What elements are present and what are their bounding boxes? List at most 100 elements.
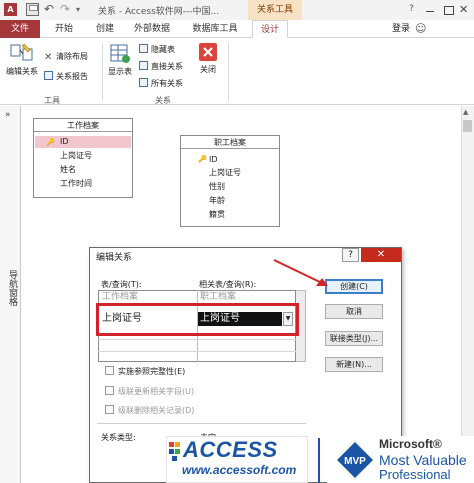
new-relationship-button[interactable]: 新建(N)... <box>325 357 383 372</box>
dialog-title: 编辑关系 <box>96 253 133 263</box>
close-red-x-icon <box>199 43 217 61</box>
hide-table-label: 隐藏表 <box>151 45 175 54</box>
clear-layout-icon: ✕ <box>44 52 53 63</box>
mvp-microsoft-text: Microsoft® <box>379 437 442 451</box>
related-table-label: 相关表/查询(R): <box>199 280 257 289</box>
show-table-button[interactable]: 显示表 <box>104 42 136 82</box>
right-field-cell[interactable]: 上岗证号 <box>200 312 240 326</box>
direct-relationships-icon <box>139 61 148 70</box>
group-separator <box>228 43 229 101</box>
all-relationships-label: 所有关系 <box>151 79 183 88</box>
scrollbar-thumb[interactable] <box>463 120 472 132</box>
field-item[interactable]: 性别 <box>209 181 225 193</box>
tab-file[interactable]: 文件 <box>0 20 40 38</box>
table-title: 工作档案 <box>34 119 132 132</box>
relationship-type-label: 关系类型: <box>101 433 136 442</box>
grid-row-divider <box>98 304 296 305</box>
edit-relationships-label: 编辑关系 <box>6 67 38 76</box>
mvp-badge-text: MVP <box>344 456 366 467</box>
hide-table-button[interactable]: 隐藏表 <box>139 44 175 55</box>
undo-icon[interactable]: ↶ <box>44 3 57 16</box>
checkbox-box <box>105 386 114 395</box>
mvp-line-2: Professional <box>379 467 451 482</box>
tab-design[interactable]: 设计 <box>252 20 288 39</box>
checkbox-group-border <box>97 423 306 424</box>
enforce-integrity-checkbox[interactable]: 实施参照完整性(E) <box>105 366 185 377</box>
grid-scrollbar[interactable] <box>296 290 306 362</box>
expand-nav-chevron-icon[interactable]: » <box>5 110 11 120</box>
dialog-help-button[interactable]: ? <box>342 248 359 262</box>
clear-layout-button[interactable]: ✕ 清除布局 <box>44 51 88 63</box>
cascade-update-label: 级联更新相关字段(U) <box>118 387 195 396</box>
field-item[interactable]: 工作时间 <box>60 178 92 190</box>
primary-key-icon: 🔑 <box>46 138 55 146</box>
cascade-delete-checkbox[interactable]: 级联删除相关记录(D) <box>105 405 194 416</box>
group-separator <box>102 43 103 101</box>
save-icon[interactable] <box>26 3 39 16</box>
relationship-report-button[interactable]: 关系报告 <box>44 71 88 82</box>
login-link[interactable]: 登录 <box>392 20 410 38</box>
enforce-integrity-label: 实施参照完整性(E) <box>118 367 186 376</box>
left-field-cell[interactable]: 上岗证号 <box>102 312 142 326</box>
table-title: 职工档案 <box>181 136 279 149</box>
join-type-button[interactable]: 联接类型(J)... <box>325 331 383 346</box>
group-label-relationships: 关系 <box>155 96 171 105</box>
edit-relationships-icon <box>10 43 33 61</box>
checkbox-box <box>105 405 114 414</box>
close-relationships-label: 关闭 <box>200 65 216 74</box>
table-box-work-records[interactable]: 工作档案 🔑 ID 上岗证号 姓名 工作时间 <box>33 118 133 198</box>
tab-create[interactable]: 创建 <box>86 20 124 38</box>
show-table-label: 显示表 <box>108 67 132 76</box>
relationship-report-label: 关系报告 <box>56 72 88 81</box>
help-icon[interactable]: ? <box>405 3 418 16</box>
table-box-staff-records[interactable]: 职工档案 🔑 ID 上岗证号 性别 年龄 籍贯 <box>180 135 280 227</box>
field-item[interactable]: ID <box>60 136 69 148</box>
vertical-scrollbar[interactable] <box>461 106 474 483</box>
relationship-report-icon <box>44 71 53 80</box>
accessoft-logo-dots-icon <box>169 442 180 461</box>
direct-relationships-label: 直接关系 <box>151 62 183 71</box>
direct-relationships-button[interactable]: 直接关系 <box>139 61 183 72</box>
close-relationships-button[interactable]: 关闭 <box>194 42 222 82</box>
tab-database-tools[interactable]: 数据库工具 <box>184 20 246 38</box>
cancel-button[interactable]: 取消 <box>325 304 383 319</box>
mvp-line-1: Most Valuable <box>379 452 467 468</box>
quick-access-dropdown-icon[interactable]: ▾ <box>76 3 89 16</box>
cascade-update-checkbox[interactable]: 级联更新相关字段(U) <box>105 386 194 397</box>
redo-icon[interactable]: ↷ <box>60 3 73 16</box>
all-relationships-icon <box>139 78 148 87</box>
field-item[interactable]: 上岗证号 <box>209 167 241 179</box>
navigation-pane-label[interactable]: 导航窗格 <box>6 270 19 306</box>
create-button[interactable]: 创建(C) <box>325 279 383 294</box>
tab-home[interactable]: 开始 <box>44 20 84 38</box>
table-query-label: 表/查询(T): <box>101 280 142 289</box>
field-item[interactable]: 上岗证号 <box>60 150 92 162</box>
maximize-button[interactable] <box>441 3 455 16</box>
field-item[interactable]: 姓名 <box>60 164 76 176</box>
minimize-button[interactable] <box>423 3 437 16</box>
field-item[interactable]: 籍贯 <box>209 209 225 221</box>
close-window-button[interactable]: ✕ <box>459 3 473 16</box>
tab-external-data[interactable]: 外部数据 <box>126 20 178 38</box>
all-relationships-button[interactable]: 所有关系 <box>139 78 183 89</box>
dialog-close-button[interactable]: ✕ <box>361 248 401 262</box>
watermark-divider <box>318 438 320 483</box>
accessoft-url: www.accessoft.com <box>182 463 297 477</box>
edit-relationships-button[interactable]: 编辑关系 <box>3 42 41 82</box>
cascade-delete-label: 级联删除相关记录(D) <box>118 406 195 415</box>
field-item[interactable]: 年龄 <box>209 195 225 207</box>
field-item[interactable]: ID <box>209 154 218 166</box>
contextual-tab-title: 关系工具 <box>248 0 302 20</box>
window-title: 关系 - Access软件网---中国... <box>98 7 220 17</box>
clear-layout-label: 清除布局 <box>56 52 88 61</box>
grid-row-divider <box>98 339 296 340</box>
related-table-combo-value[interactable]: 职工档案 <box>200 290 236 304</box>
field-dropdown-arrow-icon[interactable]: ▼ <box>283 312 293 326</box>
feedback-smile-icon[interactable]: ☺ <box>415 22 426 35</box>
grid-row-divider <box>98 351 296 352</box>
primary-key-icon: 🔑 <box>198 155 207 163</box>
hide-table-icon <box>139 44 148 53</box>
show-table-icon <box>110 44 130 63</box>
table-combo-value[interactable]: 工作档案 <box>102 290 138 304</box>
scroll-up-arrow-icon[interactable]: ▲ <box>463 108 468 116</box>
